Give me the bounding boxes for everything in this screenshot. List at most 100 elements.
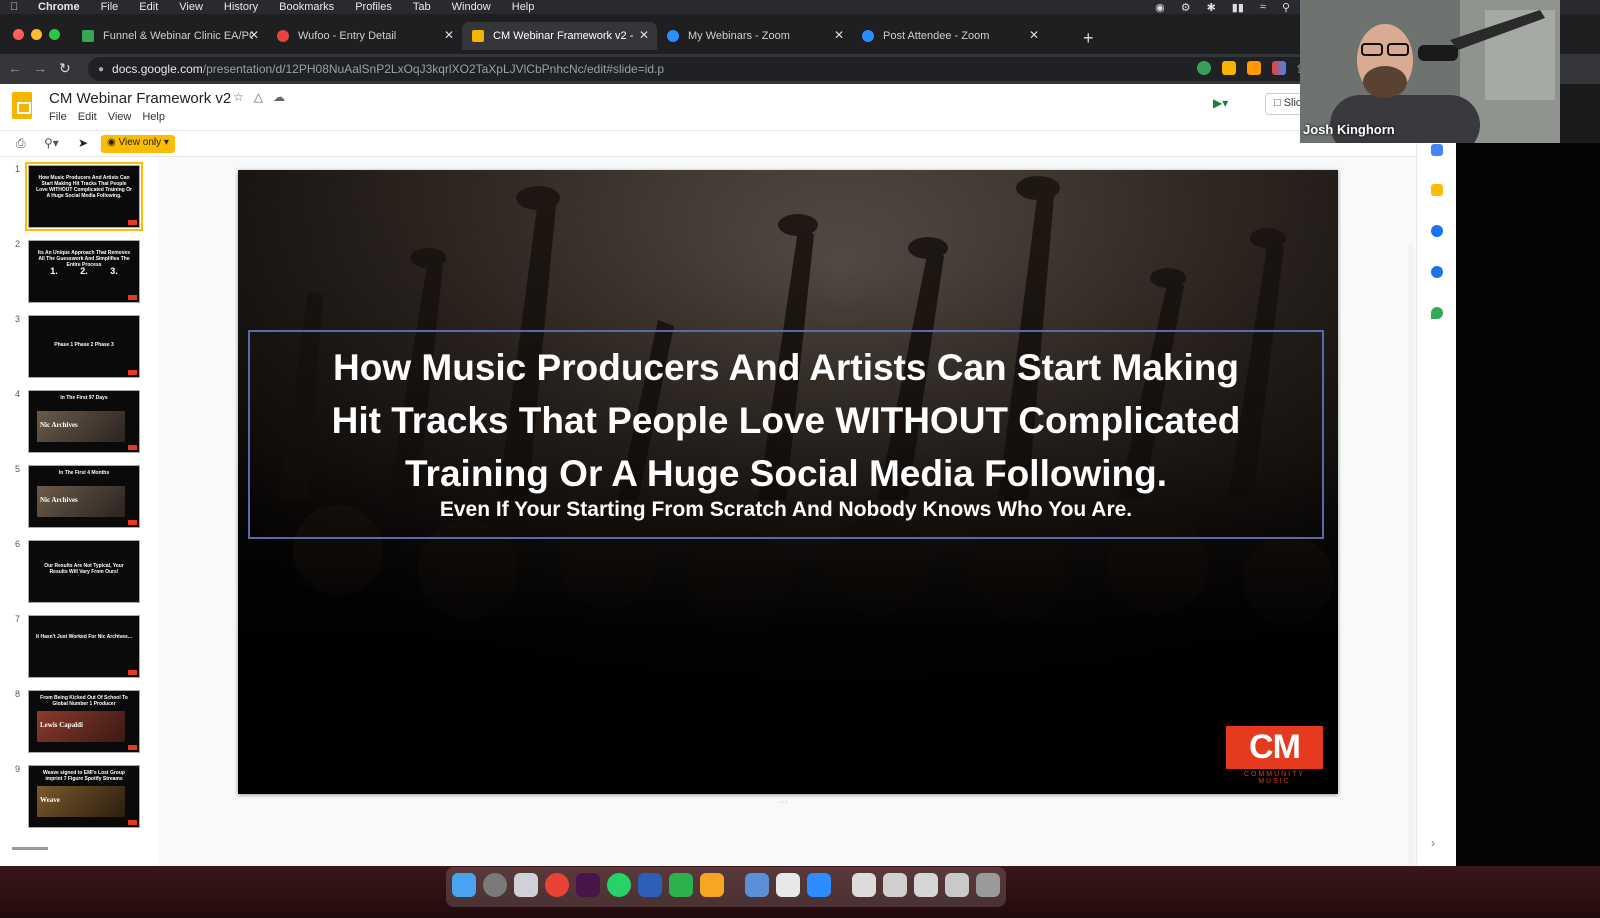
textedit-icon[interactable] [776,873,800,897]
filmstrip-item[interactable]: 6 Our Results Are Not Typical, Your Resu… [0,537,158,609]
meet-camera-icon[interactable]: ▶▾ [1213,96,1228,110]
star-icon[interactable]: ☆ [233,90,244,104]
forward-arrow-icon[interactable]: → [33,60,47,76]
menubar-item-window[interactable]: Window [452,0,491,14]
apple-icon[interactable]:  [10,1,20,13]
finder-icon[interactable] [452,873,476,897]
zoom-icon[interactable]: ⚲▾ [44,136,59,150]
cloud-status-icon[interactable]: ☁ [273,90,285,104]
maps-icon[interactable] [1431,307,1443,319]
menubar-item-help[interactable]: Help [512,0,535,14]
trello-icon[interactable] [638,873,662,897]
filmstrip-item[interactable]: 3 Phase 1 Phase 2 Phase 3 [0,312,158,384]
menu-file[interactable]: File [49,111,67,123]
filmstrip-item[interactable]: 9 Weave signed to EMI's Lost Group impri… [0,762,158,834]
close-tab-icon[interactable]: ✕ [1029,28,1039,42]
filmstrip-item[interactable]: 1 How Music Producers And Artists Can St… [0,162,158,234]
slide-thumbnail[interactable]: Its An Unique Approach That Removes All … [28,240,140,303]
whatsapp-icon[interactable] [607,873,631,897]
slide-filmstrip[interactable]: 1 How Music Producers And Artists Can St… [0,157,158,859]
menu-edit[interactable]: Edit [78,111,97,123]
close-tab-icon[interactable]: ✕ [834,28,844,42]
gear-icon[interactable]: ⚙ [1181,1,1191,14]
chrome-icon[interactable] [545,873,569,897]
slide-thumbnail[interactable]: Phase 1 Phase 2 Phase 3 [28,315,140,378]
lock-icon[interactable]: ● [98,64,104,75]
slide-thumbnail[interactable]: How Music Producers And Artists Can Star… [25,162,143,231]
tasks-icon[interactable] [1431,225,1443,237]
contacts-icon[interactable] [1431,266,1443,278]
move-to-drive-icon[interactable]: △ [254,90,263,104]
zoom-window-button[interactable] [49,29,60,40]
system-preferences-icon[interactable] [483,873,507,897]
extension-notes-icon[interactable] [1222,61,1236,75]
menubar-item-file[interactable]: File [101,0,119,14]
extension-color-icon[interactable] [1272,61,1286,75]
close-tab-icon[interactable]: ✕ [444,28,454,42]
canvas-scrollbar[interactable] [1408,244,1414,878]
menubar-item-bookmarks[interactable]: Bookmarks [279,0,334,14]
menubar-app-name[interactable]: Chrome [38,0,80,14]
current-slide[interactable]: How Music Producers And Artists Can Star… [238,170,1338,794]
filmstrip-item[interactable]: 7 It Hasn't Just Worked For Nic Archives… [0,612,158,684]
screenshot-icon[interactable] [914,873,938,897]
expand-panel-icon[interactable]: › [1431,836,1435,850]
close-window-button[interactable] [13,29,24,40]
slack-icon[interactable] [576,873,600,897]
launchpad-icon[interactable] [514,873,538,897]
slide-thumbnail[interactable]: From Being Kicked Out Of School To Globa… [28,690,140,753]
document-icon[interactable] [852,873,876,897]
minimize-window-button[interactable] [31,29,42,40]
slide-thumbnail[interactable]: In The First 4 Months Nic Archives [28,465,140,528]
address-bar[interactable]: ● docs.google.com/presentation/d/12PH08N… [88,57,1338,81]
participant-video[interactable]: Josh Kinghorn [1300,0,1560,143]
preview-icon[interactable] [745,873,769,897]
slide-thumbnail[interactable]: Weave signed to EMI's Lost Group imprint… [28,765,140,828]
wifi-icon[interactable]: ≈ [1260,1,1266,13]
extension-amazon-icon[interactable] [1247,61,1261,75]
filmstrip-scrollbar[interactable] [12,847,48,850]
browser-tab-funnel[interactable]: Funnel & Webinar Clinic EA/PG ✕ [72,22,267,50]
speaker-notes-handle-icon[interactable]: ⋯ [778,797,788,808]
keep-icon[interactable] [1431,184,1443,196]
trash-icon[interactable] [976,873,1000,897]
filmstrip-item[interactable]: 4 In The First 97 Days Nic Archives [0,387,158,459]
filmstrip-item[interactable]: 2 Its An Unique Approach That Removes Al… [0,237,158,309]
view-only-button[interactable]: ◉ View only ▾ [101,135,175,153]
slide-thumbnail[interactable]: It Hasn't Just Worked For Nic Archives..… [28,615,140,678]
bluetooth-icon[interactable]: ✱ [1207,1,1216,14]
browser-tab-my-webinars[interactable]: My Webinars - Zoom ✕ [657,22,852,50]
zoom-app-icon[interactable] [807,873,831,897]
pages-icon[interactable] [700,873,724,897]
reload-icon[interactable]: ↻ [59,60,71,77]
menu-help[interactable]: Help [142,111,165,123]
browser-tab-wufoo[interactable]: Wufoo - Entry Detail ✕ [267,22,462,50]
slide-thumbnail[interactable]: In The First 97 Days Nic Archives [28,390,140,453]
filmstrip-item[interactable]: 5 In The First 4 Months Nic Archives [0,462,158,534]
spotlight-search-icon[interactable]: ⚲ [1282,1,1290,14]
close-tab-icon[interactable]: ✕ [249,28,259,42]
back-arrow-icon[interactable]: ← [8,60,22,76]
filmstrip-item[interactable]: 8 From Being Kicked Out Of School To Glo… [0,687,158,759]
extension-grammarly-icon[interactable] [1197,61,1211,75]
document-title[interactable]: CM Webinar Framework v2 [49,90,231,107]
menubar-item-profiles[interactable]: Profiles [355,0,392,14]
select-cursor-icon[interactable]: ➤ [78,136,88,150]
new-tab-icon[interactable]: + [1083,28,1094,49]
slide-thumbnail[interactable]: Our Results Are Not Typical, Your Result… [28,540,140,603]
menubar-item-history[interactable]: History [224,0,258,14]
battery-icon[interactable]: ▮▮ [1232,1,1244,14]
browser-tab-cm-webinar[interactable]: CM Webinar Framework v2 - G ✕ [462,22,657,50]
slides-logo-icon[interactable] [12,92,32,119]
menubar-item-tab[interactable]: Tab [413,0,431,14]
downloads-icon[interactable] [945,873,969,897]
menubar-item-edit[interactable]: Edit [139,0,158,14]
menubar-item-view[interactable]: View [179,0,203,14]
calendar-icon[interactable] [1431,144,1443,156]
close-tab-icon[interactable]: ✕ [639,28,649,42]
notification-icon[interactable]: ◉ [1155,1,1165,14]
browser-tab-post-attendee[interactable]: Post Attendee - Zoom ✕ [852,22,1047,50]
print-icon[interactable]: ⎙ [16,136,26,151]
menu-view[interactable]: View [108,111,132,123]
numbers-icon[interactable] [669,873,693,897]
